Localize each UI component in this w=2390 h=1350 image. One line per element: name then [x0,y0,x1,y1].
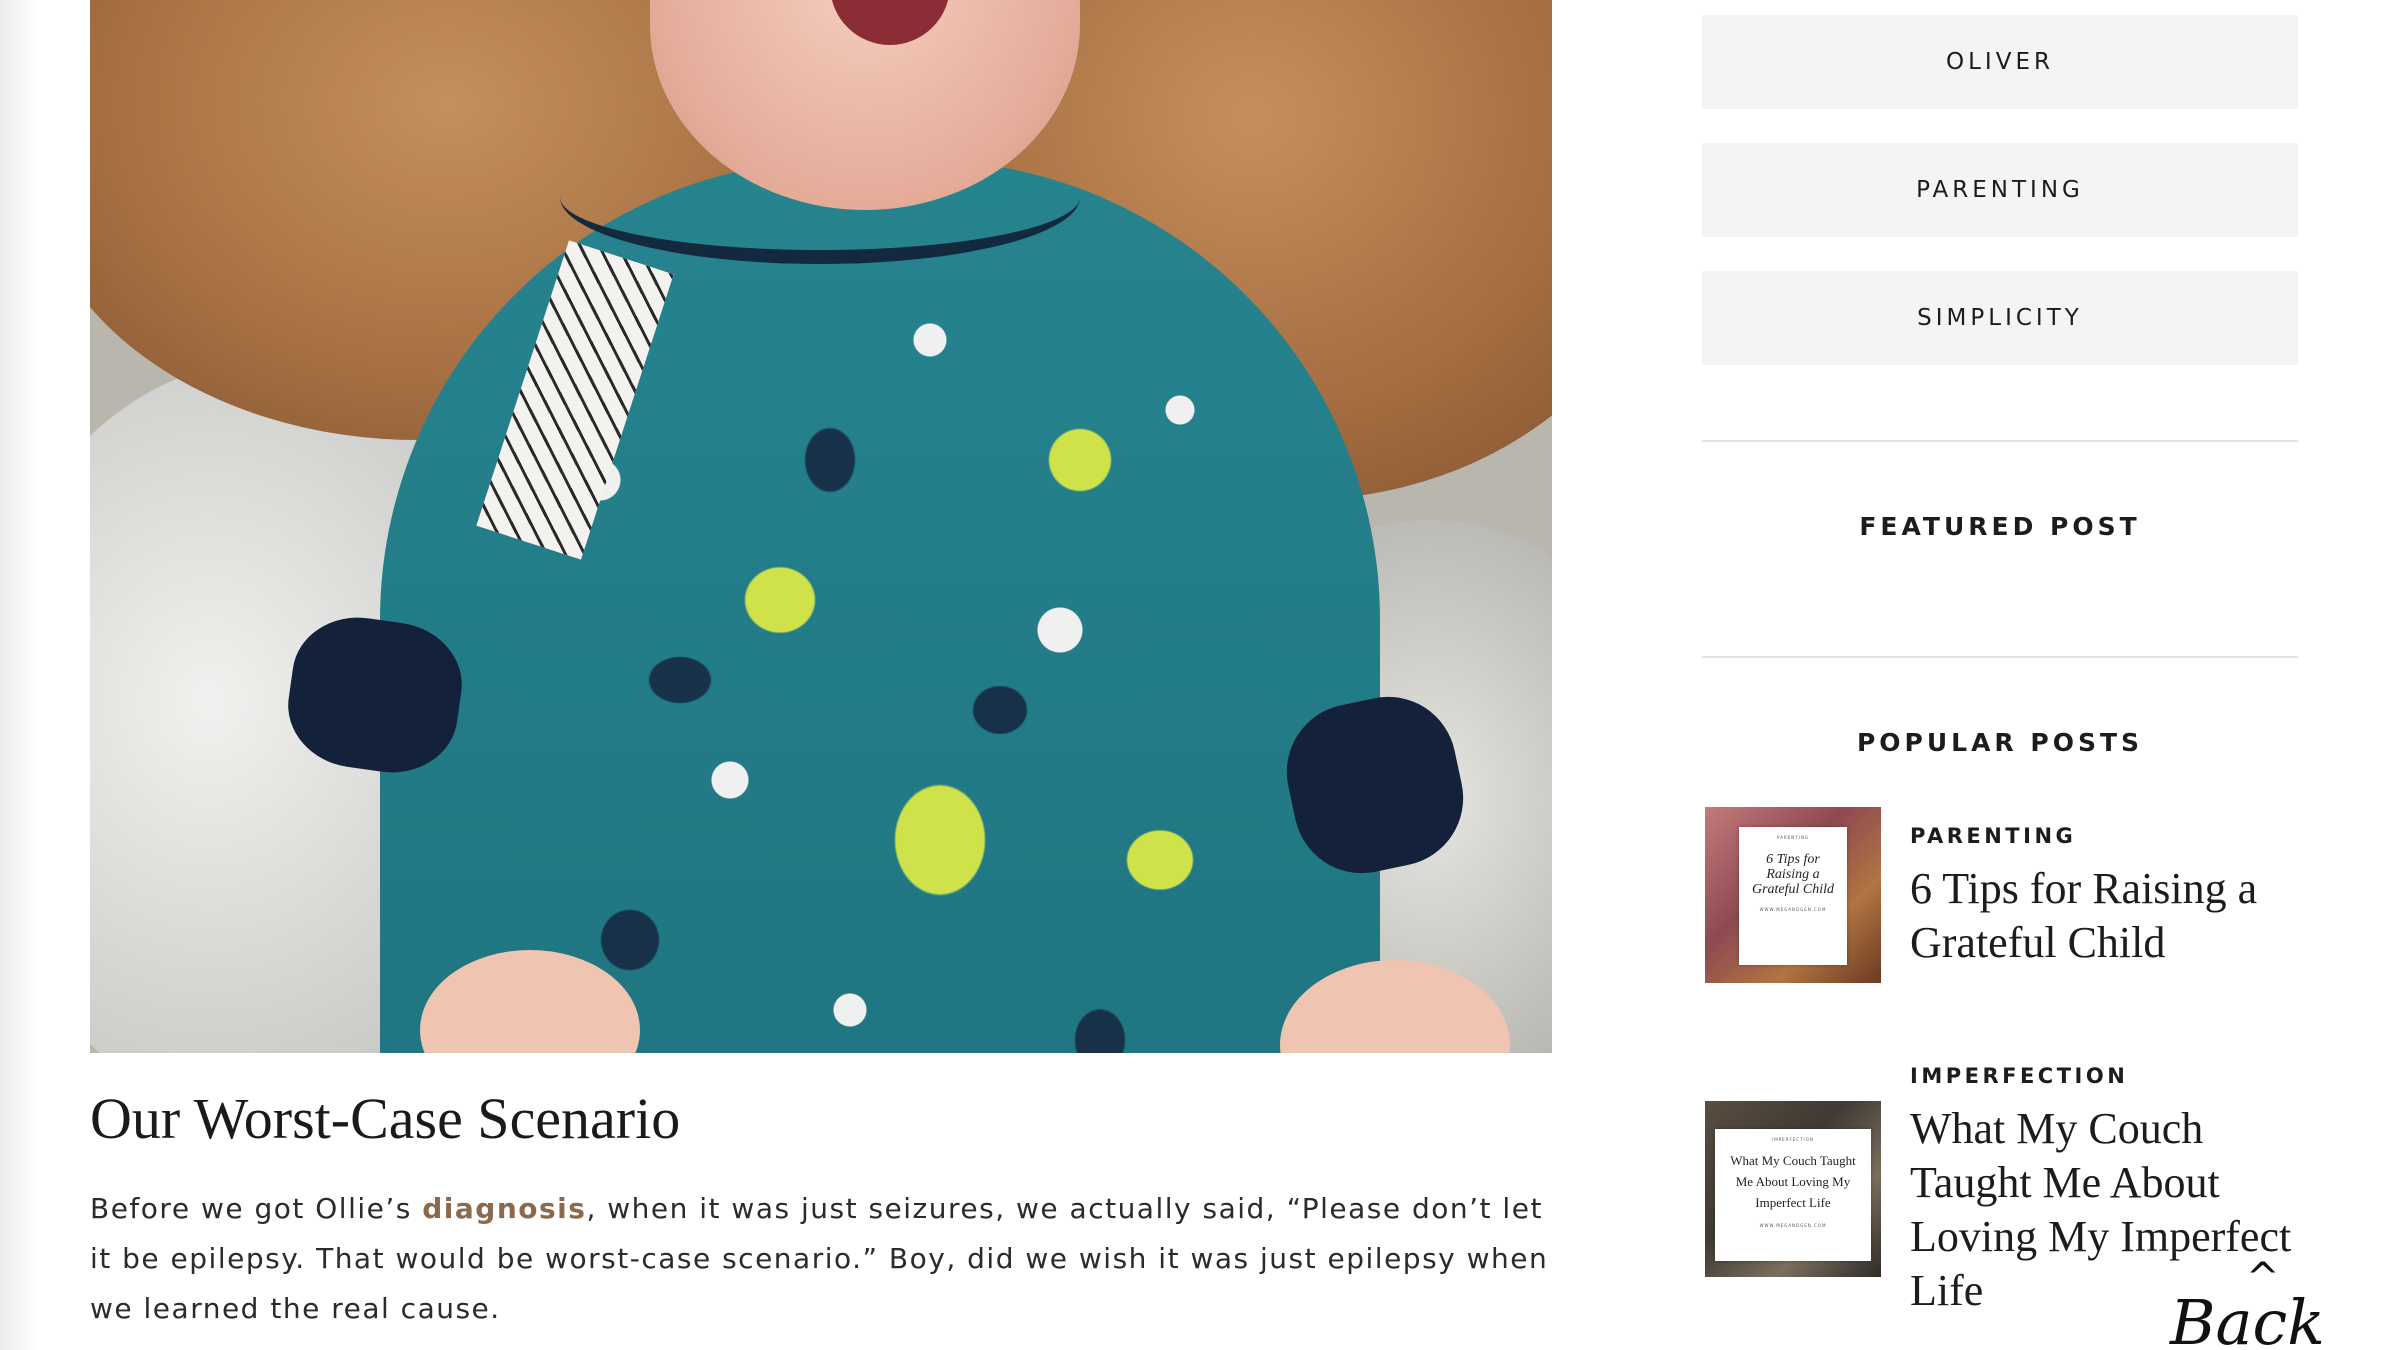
sidebar-divider [1702,440,2298,442]
diagnosis-link[interactable]: diagnosis [422,1192,586,1225]
thumbnail-card: PARENTING 6 Tips for Raising a Grateful … [1739,827,1847,965]
thumbnail-category: PARENTING [1777,835,1809,840]
category-button-parenting[interactable]: PARENTING [1702,143,2298,237]
thumbnail-title: 6 Tips for Raising a Grateful Child [1751,852,1835,897]
paragraph-text-start: Before we got Ollie’s [90,1192,423,1225]
thumbnail-category: IMPERFECTION [1772,1137,1814,1142]
post-hero-image [90,0,1552,1053]
thumbnail-card: IMPERFECTION What My Couch Taught Me Abo… [1715,1129,1871,1261]
featured-post-heading: FEATURED POST [1859,512,2141,541]
popular-post-thumbnail[interactable]: PARENTING 6 Tips for Raising a Grateful … [1705,807,1881,983]
popular-post-title[interactable]: 6 Tips for Raising a Grateful Child [1910,862,2300,970]
baby-pajamas [380,160,1380,1053]
category-button-oliver[interactable]: OLIVER [1702,15,2298,109]
popular-post-category[interactable]: IMPERFECTION [1910,1064,2128,1088]
popular-post-category[interactable]: PARENTING [1910,824,2076,848]
back-to-top-label: Back [2170,1286,2325,1350]
sidebar-divider [1702,656,2298,658]
back-to-top-button[interactable]: ^ Back [2160,1258,2390,1350]
thumbnail-title: What My Couch Taught Me About Loving My … [1730,1153,1856,1210]
page-edge-shadow [0,0,40,1350]
thumbnail-url: WWW.MEGANDGEN.COM [1759,907,1827,912]
post-paragraph: Before we got Ollie’s diagnosis, when it… [90,1184,1552,1334]
category-button-simplicity[interactable]: SIMPLICITY [1702,271,2298,365]
section-heading: Our Worst-Case Scenario [90,1086,681,1151]
popular-post-thumbnail[interactable]: IMPERFECTION What My Couch Taught Me Abo… [1705,1101,1881,1277]
popular-posts-heading: POPULAR POSTS [1856,728,2144,757]
thumbnail-url: WWW.MEGANDGEN.COM [1759,1223,1827,1228]
